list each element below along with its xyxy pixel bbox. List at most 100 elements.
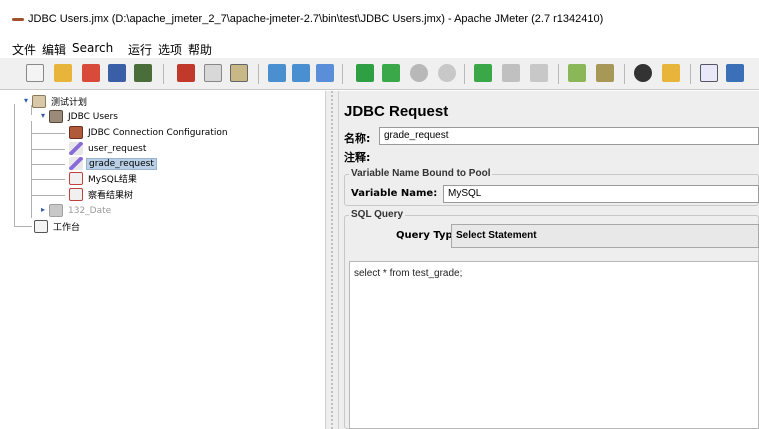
expand-toggle-icon[interactable]: ▸ [39,206,47,214]
toolbar [0,58,759,90]
toggle-icon [316,64,334,82]
tree-connector [31,195,65,196]
remote-shutdown-button[interactable] [528,62,550,84]
search-button[interactable] [632,62,654,84]
tree-node-label: JDBC Users [68,111,118,122]
tree-connector [14,116,15,226]
toolbar-separator [558,64,559,84]
tree-connector [31,164,65,165]
tree-node-workbench[interactable]: 工作台 [34,219,82,234]
start-no-pause-button[interactable] [380,62,402,84]
name-label: 名称: [344,132,371,145]
help-icon [726,64,744,82]
tree-node-mysql-results[interactable]: MySQL结果 [69,171,139,186]
shutdown-button[interactable] [436,62,458,84]
listener-icon [69,188,83,201]
collapse-toggle-icon[interactable]: ▾ [39,112,47,120]
toolbar-separator [163,64,164,84]
tree-node-label: grade_request [86,157,157,170]
tree-node-thread-group[interactable]: JDBC Users [49,109,120,124]
tree-node-label: 132_Date [68,205,112,216]
tree-node-label: 测试计划 [51,98,88,108]
tree-connector [31,133,65,134]
toolbar-separator [464,64,465,84]
copy-icon [204,64,222,82]
variable-name-input[interactable]: MySQL [443,185,759,203]
tree-node-user-request[interactable]: user_request [69,141,148,156]
tree-connector [31,179,65,180]
tree-node-grade-request[interactable]: grade_request [69,156,157,171]
splitter-grip [331,91,333,429]
query-type-select[interactable]: Select Statement [451,224,759,248]
tree-node-jdbc-connection[interactable]: JDBC Connection Configuration [69,125,230,140]
tree-node-test-plan[interactable]: 测试计划 [32,94,89,109]
clear-button[interactable] [566,62,588,84]
toolbar-separator [690,64,691,84]
new-button[interactable] [24,62,46,84]
menu-edit[interactable]: 编辑 [42,41,66,58]
menu-run[interactable]: 运行 [128,41,152,58]
paste-button[interactable] [228,62,250,84]
open-recent-button[interactable] [80,62,102,84]
toolbar-separator [258,64,259,84]
start-button[interactable] [354,62,376,84]
clear-icon [568,64,586,82]
menu-file[interactable]: 文件 [12,41,36,58]
collapse-all-button[interactable] [290,62,312,84]
comments-input[interactable] [379,147,759,165]
help-button[interactable] [724,62,746,84]
comments-label: 注释: [344,151,371,164]
tree-connector [31,149,65,150]
remote-start-icon [474,64,492,82]
window-titlebar: JDBC Users.jmx (D:\apache_jmeter_2_7\apa… [0,0,759,36]
test-plan-icon [32,95,46,108]
toggle-button[interactable] [314,62,336,84]
tree-node-label: JDBC Connection Configuration [88,127,228,138]
tree-node-disabled-group[interactable]: 132_Date [49,203,113,218]
start-no-pause-icon [382,64,400,82]
tree-node-label: MySQL结果 [88,175,137,185]
shutdown-icon [438,64,456,82]
split-pane-divider[interactable] [325,91,339,429]
menu-help[interactable]: 帮助 [188,41,212,58]
expand-all-button[interactable] [266,62,288,84]
menu-search[interactable]: Search [72,41,113,55]
save-button[interactable] [106,62,128,84]
cut-button[interactable] [175,62,197,84]
search-icon [634,64,652,82]
collapse-toggle-icon[interactable]: ▾ [22,97,30,105]
stop-icon [410,64,428,82]
remote-stop-button[interactable] [500,62,522,84]
panel-title: JDBC Request [344,103,449,120]
tree-connector [31,121,32,218]
clear-all-button[interactable] [594,62,616,84]
expand-icon [268,64,286,82]
thread-group-icon [49,204,63,217]
copy-button[interactable] [202,62,224,84]
menu-options[interactable]: 选项 [158,41,182,58]
reset-search-button[interactable] [660,62,682,84]
tree-node-label: 察看结果树 [88,191,134,201]
remote-start-button[interactable] [472,62,494,84]
function-helper-icon [700,64,718,82]
sql-group-title: SQL Query [349,209,406,220]
tree-node-label: user_request [88,143,147,154]
paste-icon [230,64,248,82]
open-icon [54,64,72,82]
config-element-icon [69,126,83,139]
tree-node-label: 工作台 [53,223,81,233]
sampler-pencil-icon [69,142,83,155]
listener-icon [69,172,83,185]
tree-connector [14,226,32,227]
remote-stop-icon [502,64,520,82]
collapse-icon [292,64,310,82]
save-as-button[interactable] [132,62,154,84]
pool-group-title: Variable Name Bound to Pool [349,168,493,179]
function-helper-button[interactable] [698,62,720,84]
name-input[interactable]: grade_request [379,127,759,145]
tree-node-view-results-tree[interactable]: 察看结果树 [69,187,135,202]
open-button[interactable] [52,62,74,84]
test-plan-tree: ▾ 测试计划 ▾ JDBC Users JDBC Connection Conf… [0,91,325,429]
stop-button[interactable] [408,62,430,84]
sql-query-editor[interactable]: select * from test_grade; [349,261,759,429]
